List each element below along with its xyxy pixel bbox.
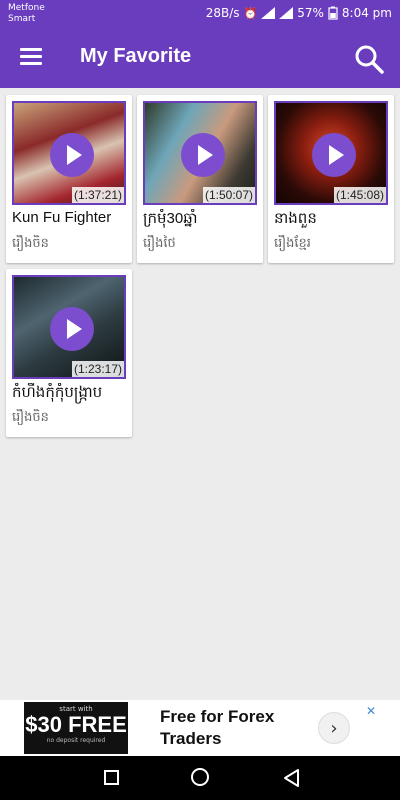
- alarm-icon: ⏰: [243, 6, 258, 20]
- video-title: Kun Fu Fighter: [12, 209, 112, 226]
- ad-text-line2: Traders: [160, 729, 222, 748]
- clock: 8:04 pm: [341, 6, 392, 20]
- carrier-line2: Smart: [8, 14, 36, 24]
- page-title: My Favorite: [80, 45, 192, 67]
- chevron-right-icon[interactable]: ›: [318, 712, 350, 744]
- recents-icon[interactable]: [104, 770, 119, 785]
- video-thumbnail: (1:37:21): [12, 101, 126, 205]
- carrier-label: Metfone Smart: [8, 3, 45, 25]
- system-nav-bar: [0, 756, 400, 800]
- video-title: ក្រមុំ30ឆ្នាំ: [143, 210, 198, 227]
- video-category: រឿងខ្មែរ: [274, 236, 311, 251]
- video-category: រឿងថៃ: [143, 236, 176, 251]
- ad-close-icon[interactable]: ✕: [366, 704, 376, 718]
- play-icon[interactable]: [50, 133, 94, 177]
- video-card[interactable]: (1:50:07) ក្រមុំ30ឆ្នាំ រឿងថៃ: [137, 95, 263, 263]
- status-icons: 28B/s ⏰ 57% 8:04 pm: [206, 6, 392, 20]
- video-title: កំហឹងកុំកុំបង្រ្កាប: [12, 384, 103, 401]
- ad-image[interactable]: start with $30 FREE no deposit required: [24, 702, 128, 754]
- video-thumbnail: (1:50:07): [143, 101, 257, 205]
- video-thumbnail: (1:23:17): [12, 275, 126, 379]
- app-bar: My Favorite: [0, 28, 400, 88]
- video-duration: (1:50:07): [202, 187, 255, 203]
- carrier-line1: Metfone: [8, 3, 45, 13]
- battery-percent: 57%: [297, 6, 324, 20]
- video-title: នាងពួន: [274, 210, 317, 227]
- ad-text[interactable]: Free for Forex Traders: [160, 706, 274, 750]
- menu-icon[interactable]: [20, 48, 42, 66]
- video-card[interactable]: (1:23:17) កំហឹងកុំកុំបង្រ្កាប រឿងចិន: [6, 269, 132, 437]
- net-speed: 28B/s: [205, 6, 240, 20]
- video-thumbnail: (1:45:08): [274, 101, 388, 205]
- video-duration: (1:45:08): [333, 187, 386, 203]
- battery-icon: [328, 6, 338, 20]
- play-icon[interactable]: [50, 307, 94, 351]
- video-category: រឿងចិន: [12, 236, 49, 251]
- video-duration: (1:23:17): [71, 361, 124, 377]
- video-card[interactable]: (1:37:21) Kun Fu Fighter រឿងចិន: [6, 95, 132, 263]
- home-icon[interactable]: [191, 768, 209, 786]
- back-icon[interactable]: [282, 768, 300, 788]
- status-bar: Metfone Smart 28B/s ⏰ 57% 8:04 pm: [0, 0, 400, 28]
- signal-icon-2: [279, 7, 294, 19]
- video-card[interactable]: (1:45:08) នាងពួន រឿងខ្មែរ: [268, 95, 394, 263]
- play-icon[interactable]: [312, 133, 356, 177]
- video-duration: (1:37:21): [71, 187, 124, 203]
- ad-image-bottom: no deposit required: [46, 737, 106, 744]
- search-icon[interactable]: [352, 42, 386, 76]
- ad-text-line1: Free for Forex: [160, 707, 275, 726]
- video-category: រឿងចិន: [12, 410, 49, 425]
- signal-icon: [261, 7, 276, 19]
- ad-image-main: $30 FREE: [25, 712, 127, 737]
- ad-banner[interactable]: start with $30 FREE no deposit required …: [0, 700, 400, 756]
- play-icon[interactable]: [181, 133, 225, 177]
